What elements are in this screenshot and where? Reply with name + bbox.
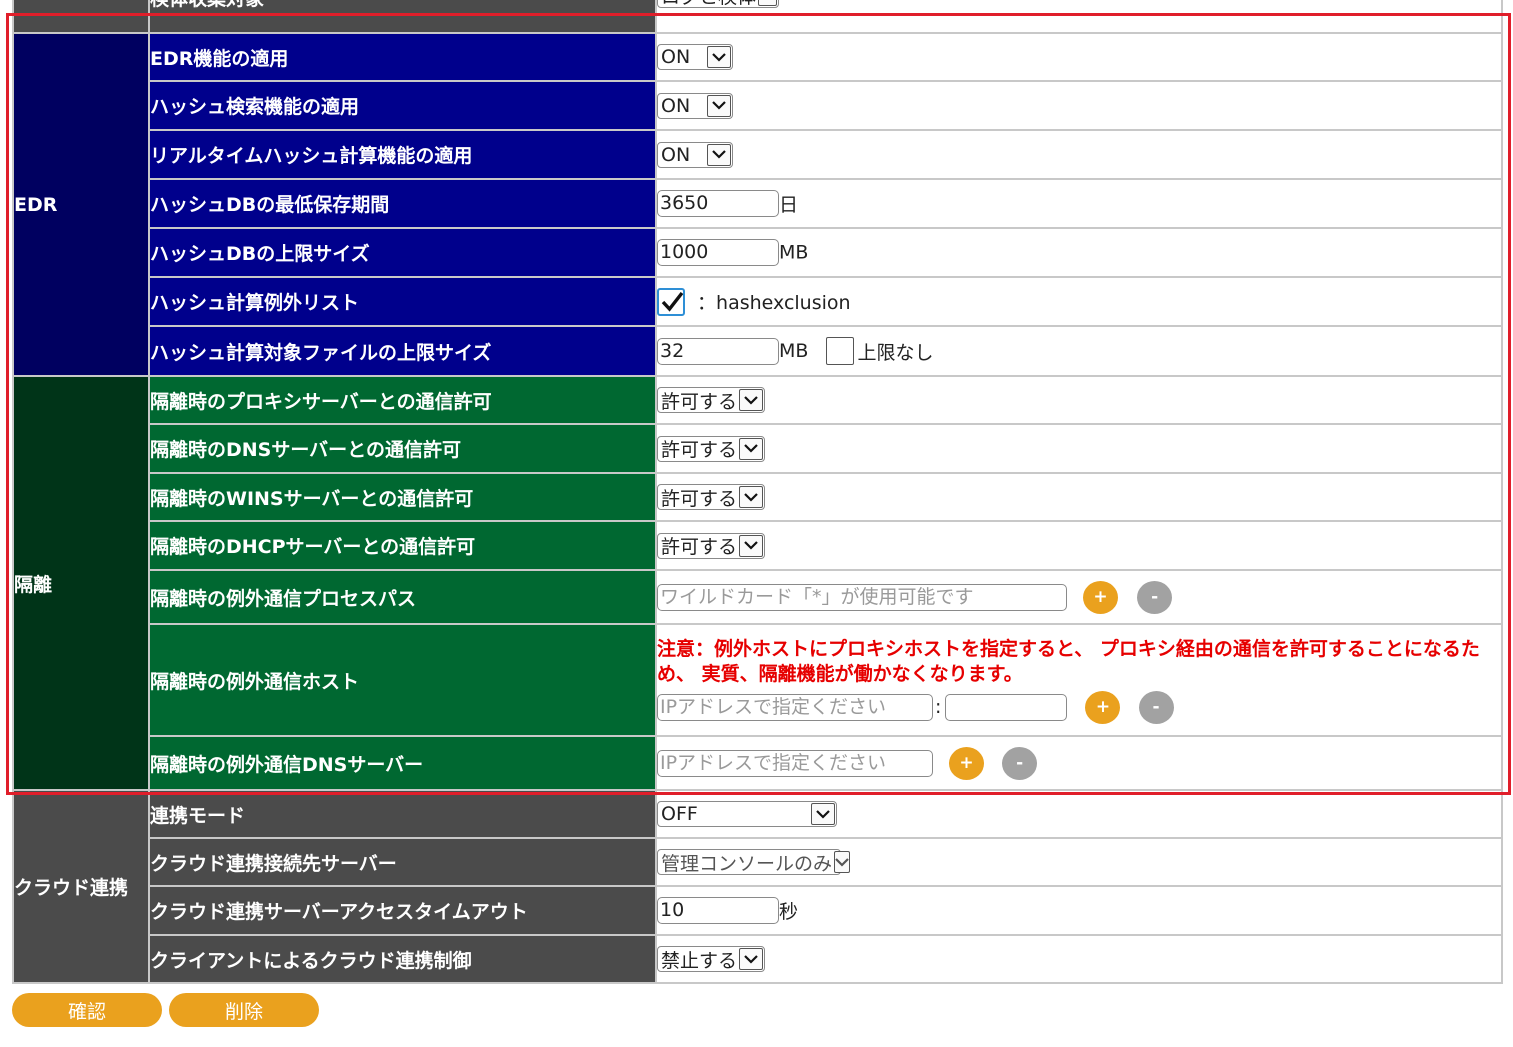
exception-host-port-input[interactable] bbox=[945, 693, 1068, 721]
hash-db-limit-unit: MB bbox=[779, 241, 809, 264]
add-host-button[interactable]: + bbox=[1085, 690, 1121, 724]
sample-collection-select[interactable]: ログと検体 bbox=[657, 0, 779, 8]
isolation-proxy-select[interactable]: 許可する bbox=[657, 387, 765, 413]
cloud-server-label: クラウド連携接続先サーバー bbox=[148, 837, 657, 887]
chevron-down-icon bbox=[739, 948, 763, 970]
client-control-label: クライアントによるクラウド連携制御 bbox=[148, 934, 657, 984]
edr-function-label: EDR機能の適用 bbox=[148, 32, 657, 82]
cloud-timeout-label: クラウド連携サーバーアクセスタイムアウト bbox=[148, 885, 657, 936]
hash-search-cell: ON bbox=[655, 80, 1503, 131]
edr-function-cell: ON bbox=[655, 32, 1503, 82]
chevron-down-icon bbox=[811, 803, 835, 825]
exception-host-cell: 注意：例外ホストにプロキシホストを指定すると、 プロキシ経由の通信を許可すること… bbox=[655, 623, 1503, 737]
exception-host-label: 隔離時の例外通信ホスト bbox=[148, 623, 657, 737]
chevron-down-icon bbox=[707, 143, 731, 166]
exception-dns-label: 隔離時の例外通信DNSサーバー bbox=[148, 735, 657, 791]
client-control-select[interactable]: 禁止する bbox=[657, 946, 765, 972]
hash-exclusion-cell: ：hashexclusion bbox=[655, 276, 1503, 327]
hash-db-limit-label: ハッシュDBの上限サイズ bbox=[148, 227, 657, 278]
hash-exclusion-text: ：hashexclusion bbox=[697, 292, 851, 314]
hash-db-retention-unit: 日 bbox=[779, 194, 799, 216]
port-separator: : bbox=[935, 696, 942, 718]
exception-process-label: 隔離時の例外通信プロセスパス bbox=[148, 569, 657, 625]
realtime-hash-cell: ON bbox=[655, 129, 1503, 180]
no-limit-label: 上限なし bbox=[857, 341, 934, 364]
isolation-dhcp-select[interactable]: 許可する bbox=[657, 532, 765, 559]
confirm-button[interactable]: 確認 bbox=[12, 993, 162, 1027]
isolation-proxy-cell: 許可する bbox=[655, 375, 1503, 425]
hash-file-limit-unit: MB bbox=[779, 340, 809, 362]
add-process-button[interactable]: + bbox=[1083, 580, 1119, 614]
cloud-timeout-unit: 秒 bbox=[779, 901, 799, 923]
hash-db-retention-label: ハッシュDBの最低保存期間 bbox=[148, 178, 657, 229]
realtime-hash-select[interactable]: ON bbox=[657, 141, 733, 168]
cloud-mode-select[interactable]: OFF bbox=[657, 801, 837, 827]
delete-button[interactable]: 削除 bbox=[169, 993, 319, 1027]
hash-search-select[interactable]: ON bbox=[657, 92, 733, 119]
cloud-mode-cell: OFF bbox=[655, 789, 1503, 839]
add-dns-button[interactable]: + bbox=[949, 746, 985, 780]
chevron-down-icon bbox=[758, 0, 777, 6]
chevron-down-icon bbox=[834, 851, 851, 873]
cloud-timeout-cell: 10 秒 bbox=[655, 885, 1503, 936]
hash-db-limit-input[interactable]: 1000 bbox=[657, 239, 779, 266]
section-isolation: 隔離 bbox=[12, 375, 150, 791]
hash-file-limit-input[interactable]: 32 bbox=[657, 337, 779, 365]
isolation-dhcp-cell: 許可する bbox=[655, 520, 1503, 571]
remove-host-button[interactable]: - bbox=[1138, 690, 1174, 724]
cloud-mode-label: 連携モード bbox=[148, 789, 657, 839]
cloud-timeout-input[interactable]: 10 bbox=[657, 897, 779, 924]
isolation-dns-label: 隔離時のDNSサーバーとの通信許可 bbox=[148, 423, 657, 474]
chevron-down-icon bbox=[707, 46, 731, 68]
section-edr: EDR bbox=[12, 32, 150, 377]
isolation-dhcp-label: 隔離時のDHCPサーバーとの通信許可 bbox=[148, 520, 657, 571]
client-control-cell: 禁止する bbox=[655, 934, 1503, 984]
hash-db-retention-cell: 3650 日 bbox=[655, 178, 1503, 229]
hash-db-limit-cell: 1000 MB bbox=[655, 227, 1503, 278]
section-cloud: クラウド連携 bbox=[12, 789, 150, 984]
exception-process-cell: ワイルドカード「*」が使用可能です + - bbox=[655, 569, 1503, 625]
isolation-proxy-label: 隔離時のプロキシサーバーとの通信許可 bbox=[148, 375, 657, 425]
hash-db-retention-input[interactable]: 3650 bbox=[657, 190, 779, 217]
chevron-down-icon bbox=[707, 94, 731, 117]
cloud-server-select[interactable]: 管理コンソールのみ bbox=[657, 849, 851, 875]
isolation-wins-label: 隔離時のWINSサーバーとの通信許可 bbox=[148, 472, 657, 522]
remove-dns-button[interactable]: - bbox=[1002, 746, 1038, 780]
exception-dns-cell: IPアドレスで指定ください + - bbox=[655, 735, 1503, 791]
proxy-warning-text: 注意：例外ホストにプロキシホストを指定すると、 プロキシ経由の通信を許可すること… bbox=[657, 637, 1480, 685]
isolation-wins-cell: 許可する bbox=[655, 472, 1503, 522]
sample-collection-cell: ログと検体 bbox=[655, 0, 1503, 34]
settings-table: 検体収集対象 ログと検体 EDR EDR機能の適用 ON ハッシュ検索機能の適用… bbox=[12, 0, 1503, 984]
hash-search-label: ハッシュ検索機能の適用 bbox=[148, 80, 657, 131]
isolation-dns-select[interactable]: 許可する bbox=[657, 435, 765, 462]
chevron-down-icon bbox=[739, 534, 763, 557]
exception-dns-input[interactable]: IPアドレスで指定ください bbox=[657, 749, 933, 777]
hash-file-limit-label: ハッシュ計算対象ファイルの上限サイズ bbox=[148, 325, 657, 377]
cloud-server-cell: 管理コンソールのみ bbox=[655, 837, 1503, 887]
sample-collection-label: 検体収集対象 bbox=[148, 0, 657, 34]
isolation-dns-cell: 許可する bbox=[655, 423, 1503, 474]
chevron-down-icon bbox=[739, 486, 763, 508]
edr-function-select[interactable]: ON bbox=[657, 44, 733, 70]
hash-file-limit-cell: 32 MB 上限なし bbox=[655, 325, 1503, 377]
no-limit-checkbox[interactable] bbox=[826, 337, 855, 365]
exception-process-input[interactable]: ワイルドカード「*」が使用可能です bbox=[657, 583, 1067, 611]
section-cell-previous bbox=[12, 0, 150, 34]
realtime-hash-label: リアルタイムハッシュ計算機能の適用 bbox=[148, 129, 657, 180]
remove-process-button[interactable]: - bbox=[1137, 580, 1173, 614]
exception-host-ip-input[interactable]: IPアドレスで指定ください bbox=[657, 693, 933, 721]
isolation-wins-select[interactable]: 許可する bbox=[657, 484, 765, 510]
hash-exclusion-label: ハッシュ計算例外リスト bbox=[148, 276, 657, 327]
hash-exclusion-checkbox[interactable] bbox=[657, 287, 685, 316]
chevron-down-icon bbox=[739, 437, 763, 460]
chevron-down-icon bbox=[739, 389, 763, 411]
checkmark-icon bbox=[661, 291, 684, 312]
